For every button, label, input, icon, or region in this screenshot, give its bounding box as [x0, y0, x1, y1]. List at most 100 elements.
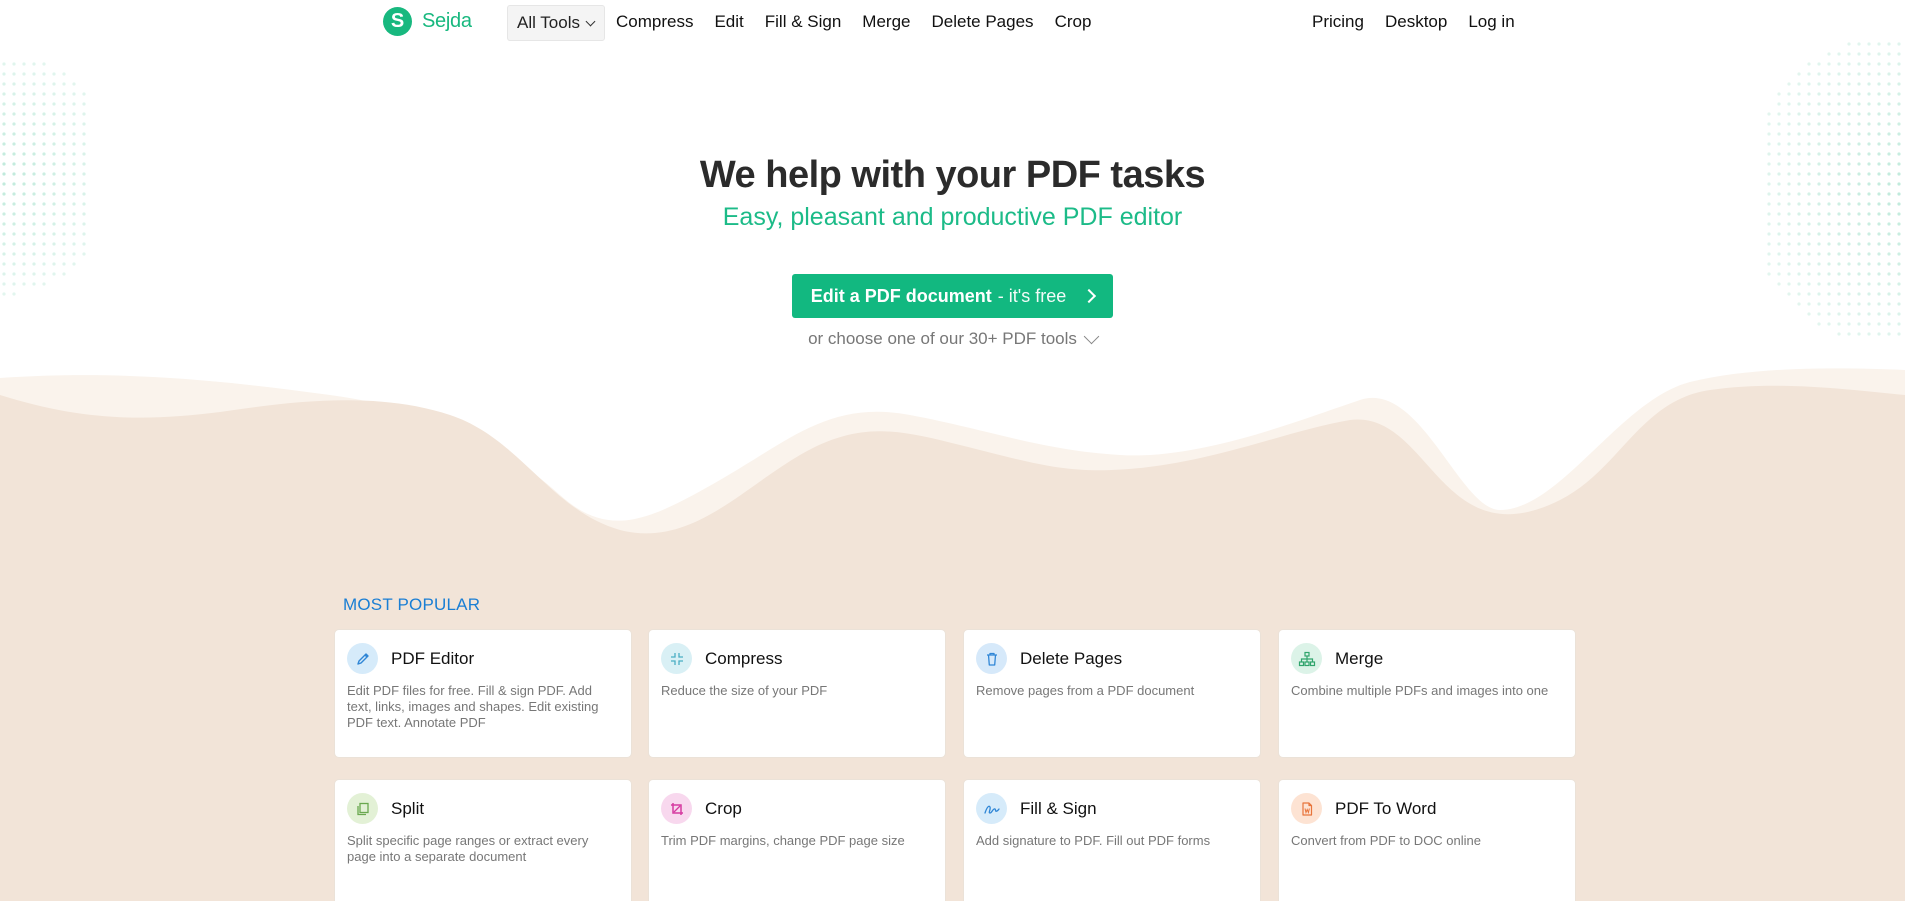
- nav-link-delete-pages[interactable]: Delete Pages: [931, 12, 1033, 32]
- tool-card-pdf-to-word[interactable]: PDF To Word Convert from PDF to DOC onli…: [1278, 779, 1576, 901]
- decorative-dot: [1777, 232, 1781, 236]
- nav-link-compress[interactable]: Compress: [616, 12, 693, 32]
- decorative-dot: [1777, 142, 1781, 146]
- nav-link-merge[interactable]: Merge: [862, 12, 910, 32]
- decorative-dot: [1847, 62, 1851, 66]
- decorative-dot: [32, 282, 36, 286]
- decorative-dot: [1847, 142, 1851, 146]
- decorative-dot: [1837, 72, 1841, 76]
- nav-link-edit[interactable]: Edit: [714, 12, 743, 32]
- decorative-dot: [1817, 62, 1821, 66]
- decorative-dot: [1847, 312, 1851, 316]
- decorative-dot: [22, 142, 26, 146]
- tool-card-fill-sign[interactable]: Fill & Sign Add signature to PDF. Fill o…: [963, 779, 1261, 901]
- decorative-dot: [32, 122, 36, 126]
- decorative-dot: [2, 102, 6, 106]
- decorative-dot: [1817, 232, 1821, 236]
- decorative-dot: [1827, 312, 1831, 316]
- decorative-dot: [1897, 52, 1901, 56]
- decorative-dot: [22, 92, 26, 96]
- decorative-dot: [72, 142, 76, 146]
- decorative-dot: [42, 272, 46, 276]
- decorative-dot: [42, 72, 46, 76]
- beige-background: [0, 540, 1905, 901]
- decorative-dot: [12, 82, 16, 86]
- decorative-dot: [1857, 242, 1861, 246]
- decorative-dot: [12, 272, 16, 276]
- tool-card-merge[interactable]: Merge Combine multiple PDFs and images i…: [1278, 629, 1576, 758]
- nav-link-login[interactable]: Log in: [1468, 12, 1514, 32]
- decorative-dot: [52, 242, 56, 246]
- decorative-dot: [1897, 262, 1901, 266]
- decorative-dot: [1877, 122, 1881, 126]
- decorative-dot: [32, 262, 36, 266]
- edit-pdf-button[interactable]: Edit a PDF document - it's free: [792, 274, 1113, 318]
- tool-card-desc: Combine multiple PDFs and images into on…: [1291, 683, 1549, 698]
- decorative-dot: [12, 262, 16, 266]
- decorative-dot: [1837, 62, 1841, 66]
- decorative-dot: [1817, 122, 1821, 126]
- nav-link-pricing[interactable]: Pricing: [1312, 12, 1364, 32]
- decorative-dot: [1887, 62, 1891, 66]
- decorative-dot: [1887, 52, 1891, 56]
- decorative-dot: [1897, 282, 1901, 286]
- decorative-dot: [1837, 292, 1841, 296]
- logo-link[interactable]: S Sejda: [383, 7, 472, 36]
- decorative-dot: [1847, 322, 1851, 326]
- decorative-dot: [1827, 142, 1831, 146]
- decorative-dot: [1857, 292, 1861, 296]
- decorative-dot: [1767, 242, 1771, 246]
- decorative-dot: [1897, 302, 1901, 306]
- decorative-dot: [52, 142, 56, 146]
- decorative-dot: [1857, 62, 1861, 66]
- decorative-dot: [32, 82, 36, 86]
- decorative-dot: [1847, 242, 1851, 246]
- tool-card-split[interactable]: Split Split specific page ranges or extr…: [334, 779, 632, 901]
- decorative-dot: [1817, 312, 1821, 316]
- decorative-dot: [1867, 122, 1871, 126]
- decorative-dot: [1847, 112, 1851, 116]
- decorative-dot: [1887, 72, 1891, 76]
- tool-card-compress[interactable]: Compress Reduce the size of your PDF: [648, 629, 946, 758]
- chevron-down-icon: [585, 16, 596, 26]
- decorative-dot: [52, 232, 56, 236]
- decorative-dot: [62, 252, 66, 256]
- decorative-dot: [52, 92, 56, 96]
- decorative-dot: [1817, 72, 1821, 76]
- decorative-dot: [1857, 82, 1861, 86]
- decorative-dot: [32, 272, 36, 276]
- decorative-dot: [1857, 112, 1861, 116]
- tool-card-crop[interactable]: Crop Trim PDF margins, change PDF page s…: [648, 779, 946, 901]
- decorative-dot: [1897, 242, 1901, 246]
- decorative-dot: [2, 272, 6, 276]
- decorative-dot: [22, 252, 26, 256]
- decorative-dot: [22, 282, 26, 286]
- decorative-dot: [22, 62, 26, 66]
- tool-card-delete-pages[interactable]: Delete Pages Remove pages from a PDF doc…: [963, 629, 1261, 758]
- decorative-dot: [1867, 312, 1871, 316]
- nav-link-crop[interactable]: Crop: [1055, 12, 1092, 32]
- decorative-dot: [1847, 282, 1851, 286]
- decorative-dot: [1807, 62, 1811, 66]
- decorative-dot: [1827, 92, 1831, 96]
- decorative-dot: [82, 122, 86, 126]
- decorative-dot: [12, 112, 16, 116]
- decorative-dot: [1837, 102, 1841, 106]
- decorative-dot: [1797, 72, 1801, 76]
- decorative-dot: [1767, 112, 1771, 116]
- logo-text: Sejda: [422, 10, 472, 32]
- word-doc-icon: [1291, 793, 1322, 824]
- decorative-dot: [1897, 252, 1901, 256]
- decorative-dot: [72, 242, 76, 246]
- decorative-dot: [82, 232, 86, 236]
- decorative-dot: [1827, 242, 1831, 246]
- tool-card-pdf-editor[interactable]: PDF Editor Edit PDF files for free. Fill…: [334, 629, 632, 758]
- nav-link-desktop[interactable]: Desktop: [1385, 12, 1447, 32]
- choose-tools-link[interactable]: or choose one of our 30+ PDF tools: [0, 328, 1905, 349]
- all-tools-dropdown[interactable]: All Tools: [507, 5, 605, 41]
- decorative-dot: [1897, 62, 1901, 66]
- tool-card-title: Crop: [705, 798, 742, 818]
- decorative-dot: [1847, 72, 1851, 76]
- decorative-dot: [22, 112, 26, 116]
- nav-link-fill-sign[interactable]: Fill & Sign: [765, 12, 842, 32]
